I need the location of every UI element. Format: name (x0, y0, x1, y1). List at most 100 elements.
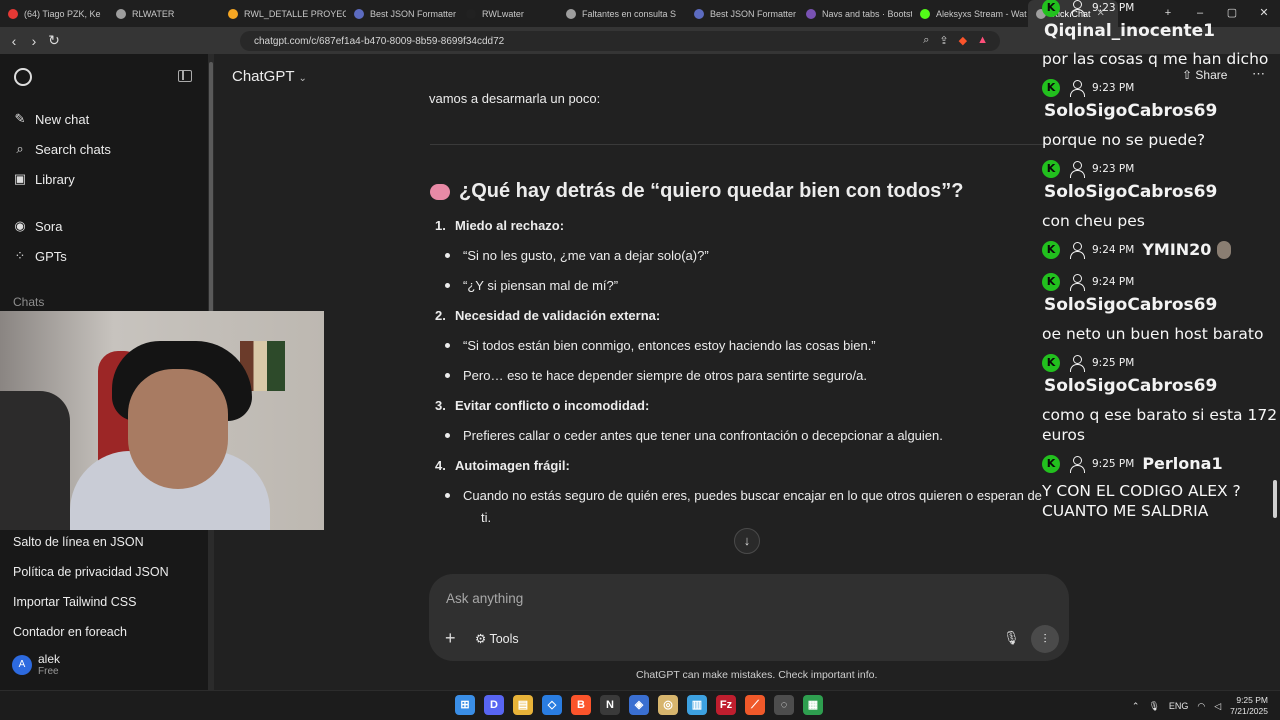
taskbar-app-icon[interactable]: ▦ (803, 695, 823, 715)
address-bar[interactable]: chatgpt.com/c/687ef1a4-b470-8009-8b59-86… (240, 31, 1000, 51)
browser-tab[interactable]: Best JSON Formatter a (686, 0, 798, 27)
list-item-heading: 3. Evitar conflicto o incomodidad: (435, 398, 650, 413)
language-indicator[interactable]: ENG (1169, 701, 1189, 711)
reload-icon[interactable]: ↻ (44, 32, 64, 49)
chat-meta: K 9:25 PM (1042, 354, 1134, 372)
favicon-icon (116, 8, 126, 19)
microphone-tray-icon[interactable]: 🎙 (1148, 701, 1159, 712)
wifi-icon[interactable]: ◠ (1197, 701, 1205, 712)
browser-tab[interactable]: Navs and tabs · Bootstr (798, 0, 912, 27)
taskbar-app-icon[interactable]: Fz (716, 695, 736, 715)
taskbar-app-icon[interactable]: ◌ (774, 695, 794, 715)
message-text: vamos a desarmarla un poco: (429, 91, 601, 106)
taskbar-app-icon[interactable]: D (484, 695, 504, 715)
tools-icon: ⚙ (475, 632, 487, 646)
taskbar-app-icon[interactable]: ◇ (542, 695, 562, 715)
brave-shield-icon[interactable]: ◆ (959, 34, 967, 47)
prompt-input[interactable]: Ask anything (446, 591, 523, 606)
kick-icon: K (1042, 454, 1060, 473)
chatgpt-logo-icon[interactable] (14, 68, 32, 86)
forward-icon[interactable]: › (24, 33, 44, 49)
kick-icon: K (1042, 240, 1060, 259)
scroll-to-bottom-button[interactable]: ↓ (734, 528, 760, 554)
chat-message: Y CON EL CODIGO ALEX ? CUANTO ME SALDRIA (1042, 482, 1241, 520)
sidebar-item-gpts[interactable]: ⁘ GPTs (12, 246, 67, 266)
toggle-sidebar-icon[interactable] (178, 70, 192, 82)
emote-icon (1217, 240, 1232, 259)
taskbar-app-icon[interactable]: ⟋ (745, 695, 765, 715)
voice-mode-button[interactable]: ⫶ (1031, 625, 1059, 653)
person-icon (1068, 455, 1086, 473)
scrollbar-thumb[interactable] (1273, 480, 1277, 518)
back-icon[interactable]: ‹ (4, 33, 24, 49)
chat-history-item[interactable]: Salto de línea en JSON (13, 535, 144, 549)
new-chat-icon: ✎ (14, 111, 26, 126)
composer[interactable]: Ask anything + ⚙ Tools 🎙 ⫶ (429, 574, 1069, 661)
chat-username: SoloSigoCabros69 (1044, 295, 1218, 315)
tab-label: (64) Tiago PZK, Ke (24, 8, 101, 19)
taskbar-app-icon[interactable]: ▤ (513, 695, 533, 715)
browser-tab[interactable]: Best JSON Formatter a (346, 0, 458, 27)
scrollbar-thumb[interactable] (209, 62, 213, 312)
plus-icon[interactable]: + (445, 628, 456, 649)
chat-time: 9:25 PM (1092, 357, 1135, 369)
tools-button[interactable]: ⚙ Tools (475, 631, 519, 646)
zoom-icon[interactable]: ⌕ (923, 34, 929, 47)
chat-username: Perlona1 (1142, 454, 1223, 473)
taskbar-app-icon[interactable]: N (600, 695, 620, 715)
chevron-up-icon[interactable]: ⌃ (1132, 701, 1140, 712)
url-text: chatgpt.com/c/687ef1a4-b470-8009-8b59-86… (254, 35, 505, 47)
chat-message: con cheu pes (1042, 212, 1145, 230)
bullet-continuation: ti. (481, 510, 492, 525)
sidebar-item-new-chat[interactable]: ✎ New chat (12, 109, 90, 129)
tab-label: Faltantes en consulta S (582, 8, 677, 19)
taskbar: ⊞ D ▤ ◇ B N ◈ ◎ ▥ Fz ⟋ ◌ ▦ ⌃ 🎙 ENG ◠ ◁ 9:25 PM 7/21/… (0, 690, 1280, 720)
browser-tab[interactable]: Faltantes en consulta S (558, 0, 686, 27)
chat-history-item[interactable]: Política de privacidad JSON (13, 565, 169, 579)
chat-time: 9:24 PM (1092, 243, 1135, 256)
favicon-icon (566, 8, 576, 19)
bullet-item: Pero… eso te hace depender siempre de ot… (445, 365, 867, 387)
sidebar-item-sora[interactable]: ◉ Sora (12, 216, 62, 236)
divider (430, 144, 1070, 145)
brave-rewards-icon[interactable]: ▲ (977, 34, 988, 47)
browser-tab[interactable]: RLWATER (108, 0, 220, 27)
chat-username: SoloSigoCabros69 (1044, 101, 1218, 121)
chat-username: Qiqinal_inocente1 (1044, 21, 1215, 41)
bullet-item: Prefieres callar o ceder antes que tener… (445, 425, 943, 447)
webcam-overlay (0, 311, 324, 530)
browser-tab[interactable]: (64) Tiago PZK, Ke (0, 0, 108, 27)
microphone-icon[interactable]: 🎙 (1003, 630, 1020, 646)
taskbar-app-icon[interactable]: B (571, 695, 591, 715)
chat-history-item[interactable]: Importar Tailwind CSS (13, 595, 136, 609)
clock[interactable]: 9:25 PM 7/21/2025 (1230, 695, 1268, 717)
taskbar-app-icon[interactable]: ⊞ (455, 695, 475, 715)
taskbar-app-icon[interactable]: ▥ (687, 695, 707, 715)
browser-tab[interactable]: Aleksyxs Stream - Wat (912, 0, 1028, 27)
kick-icon: K (1042, 0, 1060, 17)
user-menu[interactable]: A alek Free (12, 652, 60, 677)
favicon-icon (354, 8, 364, 19)
sidebar-item-label: Sora (35, 218, 63, 234)
chat-history-item[interactable]: Contador en foreach (13, 625, 127, 639)
list-item-heading: 2. Necesidad de validación externa: (435, 308, 661, 323)
list-item-heading: 4. Autoimagen frágil: (435, 458, 570, 473)
gaming-chair (0, 391, 70, 530)
sidebar-item-search-chats[interactable]: ⌕ Search chats (12, 139, 111, 159)
taskbar-app-icon[interactable]: ◎ (658, 695, 678, 715)
person-icon (1068, 79, 1086, 97)
browser-tab[interactable]: RWLwater (458, 0, 558, 27)
chat-meta: K 9:23 PM (1042, 79, 1134, 97)
chat-meta: K 9:23 PM (1042, 0, 1134, 17)
taskbar-app-icon[interactable]: ◈ (629, 695, 649, 715)
share-page-icon[interactable]: ⇪ (939, 34, 948, 47)
sidebar-item-library[interactable]: ▣ Library (12, 169, 75, 189)
disclaimer-text: ChatGPT can make mistakes. Check importa… (636, 669, 878, 681)
stream-chat-scrollbar[interactable] (1273, 80, 1277, 520)
kick-icon: K (1042, 273, 1060, 291)
browser-tab[interactable]: RWL_DETALLE PROYEC (220, 0, 346, 27)
clock-time: 9:25 PM (1236, 695, 1268, 705)
list-item-heading: 1. Miedo al rechazo: (435, 218, 565, 233)
model-selector[interactable]: ChatGPT ⌄ (232, 68, 307, 85)
volume-icon[interactable]: ◁ (1214, 701, 1221, 712)
